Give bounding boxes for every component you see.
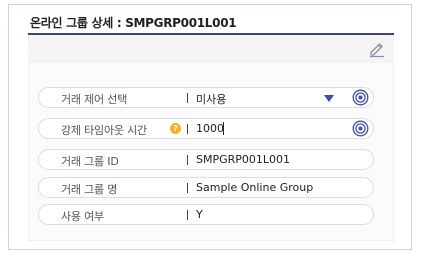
forced-timeout-input[interactable] xyxy=(196,122,336,135)
chevron-down-icon[interactable] xyxy=(324,95,334,102)
pencil-icon[interactable] xyxy=(368,40,386,58)
detail-toolbar xyxy=(28,35,394,64)
transaction-control-select[interactable]: 미사용 xyxy=(196,91,226,107)
field-separator xyxy=(187,183,188,193)
field-row-transaction-control: 거래 제어 선택 미사용 xyxy=(38,87,374,108)
field-separator xyxy=(187,210,188,220)
panel-title: 온라인 그룹 상세 : SMPGRP001L001 xyxy=(30,16,237,30)
target-icon[interactable] xyxy=(352,89,369,106)
field-row-group-id: 거래 그룹 ID SMPGRP001L001 xyxy=(38,149,374,170)
field-separator xyxy=(187,93,188,103)
timeout-input-wrap xyxy=(196,122,336,135)
text-caret xyxy=(223,122,224,135)
field-label: 거래 제어 선택 xyxy=(61,93,128,106)
field-separator xyxy=(187,155,188,165)
field-label: 사용 여부 xyxy=(61,210,104,223)
field-label: 거래 그룹 명 xyxy=(61,183,118,196)
question-icon[interactable]: ? xyxy=(170,123,181,134)
group-name-value: Sample Online Group xyxy=(196,181,314,194)
field-row-group-name: 거래 그룹 명 Sample Online Group xyxy=(38,177,374,198)
field-label: 거래 그룹 ID xyxy=(61,155,119,168)
field-separator xyxy=(187,124,188,134)
target-icon[interactable] xyxy=(352,120,369,137)
field-row-forced-timeout: 강제 타임아웃 시간 ? xyxy=(38,118,374,139)
field-row-use-yn: 사용 여부 Y xyxy=(38,204,374,225)
use-yn-value: Y xyxy=(196,208,203,221)
group-id-value: SMPGRP001L001 xyxy=(196,153,291,166)
field-label: 강제 타임아웃 시간 xyxy=(61,124,147,137)
